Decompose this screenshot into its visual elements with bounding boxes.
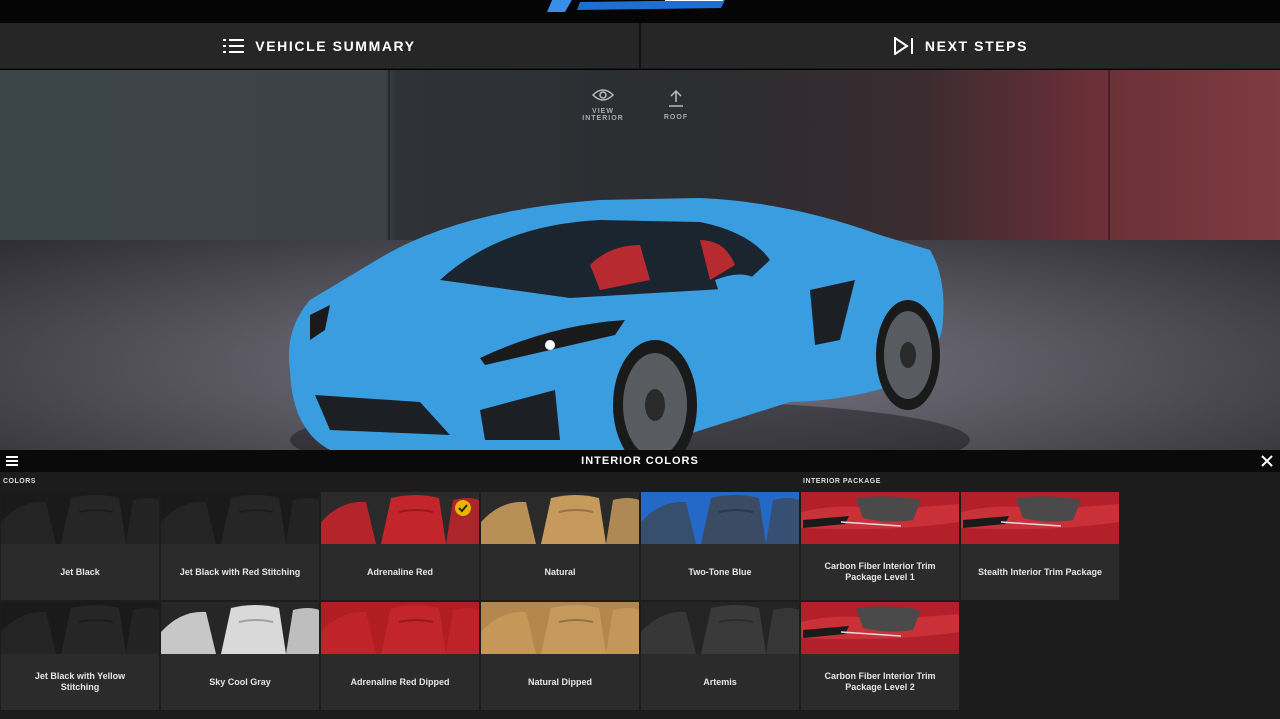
color-option-label: Two-Tone Blue <box>688 566 752 577</box>
roof-button[interactable]: ROOF <box>646 88 706 121</box>
vehicle-summary-label: VEHICLE SUMMARY <box>255 37 416 54</box>
color-option-label: Adrenaline Red Dipped <box>350 676 450 687</box>
vehicle-summary-button[interactable]: VEHICLE SUMMARY <box>0 23 641 68</box>
interior-color-option[interactable]: Adrenaline Red <box>321 492 479 600</box>
interior-color-option[interactable]: Adrenaline Red Dipped <box>321 602 479 710</box>
seat-swatch <box>1 602 159 654</box>
trim-swatch <box>801 602 959 654</box>
vehicle-viewer[interactable]: VIEW INTERIOR ROOF <box>0 70 1280 450</box>
interior-color-option[interactable]: Jet Black with Red Stitching <box>161 492 319 600</box>
logo-bar <box>0 0 1280 23</box>
seat-swatch <box>481 602 639 654</box>
color-option-label: Artemis <box>703 676 737 687</box>
view-interior-label: VIEW INTERIOR <box>582 108 624 122</box>
color-option-label: Adrenaline Red <box>366 566 433 577</box>
roof-icon <box>669 89 683 107</box>
color-option-label: Jet Black <box>60 566 100 577</box>
package-option-label: Carbon Fiber Interior Trim Package Level… <box>824 671 936 692</box>
interior-color-option[interactable]: Natural Dipped <box>481 602 639 710</box>
close-icon[interactable] <box>1260 454 1274 468</box>
roof-label: ROOF <box>663 114 689 121</box>
top-navigation: VEHICLE SUMMARY NEXT STEPS <box>0 23 1280 69</box>
eye-icon <box>592 89 614 101</box>
seat-swatch <box>481 492 639 544</box>
interior-color-option[interactable]: Jet Black <box>1 492 159 600</box>
seat-swatch <box>161 492 319 544</box>
list-icon <box>223 38 245 53</box>
panel-title: INTERIOR COLORS <box>581 455 699 467</box>
trim-swatch <box>961 492 1119 544</box>
package-option-label: Carbon Fiber Interior Trim Package Level… <box>824 561 936 582</box>
play-icon <box>893 36 913 55</box>
seat-swatch <box>1 492 159 544</box>
car-render <box>288 198 970 450</box>
color-option-label: Sky Cool Gray <box>209 676 271 687</box>
panel-header: INTERIOR COLORS <box>0 450 1280 472</box>
wall-seam <box>1108 70 1110 245</box>
colors-section-label: COLORS <box>3 478 36 485</box>
seat-swatch <box>161 602 319 654</box>
view-interior-button[interactable]: VIEW INTERIOR <box>573 88 633 122</box>
next-steps-label: NEXT STEPS <box>924 37 1029 54</box>
color-option-label: Jet Black with Yellow Stitching <box>34 671 126 692</box>
package-section-label: INTERIOR PACKAGE <box>803 478 881 485</box>
seat-swatch <box>641 602 799 654</box>
eray-logo <box>547 0 725 12</box>
interior-color-option[interactable]: Artemis <box>641 602 799 710</box>
package-option-label: Stealth Interior Trim Package <box>977 566 1103 577</box>
interior-package-option[interactable]: Stealth Interior Trim Package <box>961 492 1119 600</box>
next-steps-button[interactable]: NEXT STEPS <box>641 23 1280 68</box>
interior-color-option[interactable]: Two-Tone Blue <box>641 492 799 600</box>
interior-color-option[interactable]: Natural <box>481 492 639 600</box>
interior-color-option[interactable]: Jet Black with Yellow Stitching <box>1 602 159 710</box>
selected-check-icon <box>455 500 471 516</box>
color-option-label: Natural Dipped <box>527 676 592 687</box>
trim-swatch <box>801 492 959 544</box>
interior-package-option[interactable]: Carbon Fiber Interior Trim Package Level… <box>801 492 959 600</box>
seat-swatch <box>321 602 479 654</box>
color-option-label: Jet Black with Red Stitching <box>179 566 301 577</box>
interior-color-option[interactable]: Sky Cool Gray <box>161 602 319 710</box>
seat-swatch <box>321 492 479 544</box>
interior-package-option[interactable]: Carbon Fiber Interior Trim Package Level… <box>801 602 959 710</box>
menu-icon[interactable] <box>6 456 18 466</box>
interior-colors-panel: INTERIOR COLORS COLORS INTERIOR PACKAGE … <box>0 450 1280 719</box>
seat-swatch <box>641 492 799 544</box>
color-option-label: Natural <box>544 566 576 577</box>
